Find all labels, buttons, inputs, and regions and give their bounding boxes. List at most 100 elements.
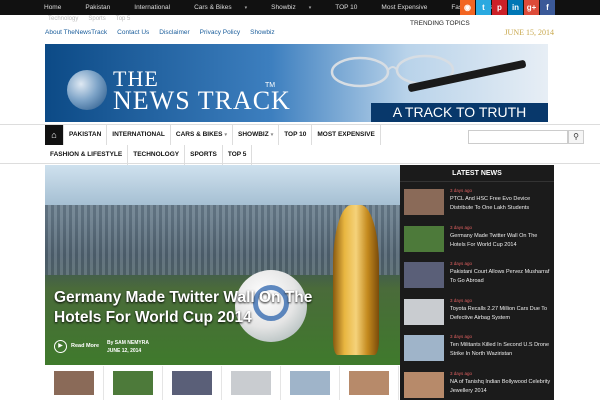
search-input[interactable] xyxy=(468,130,568,144)
news-item[interactable]: 3 days ago Pakistani Court Allows Pervez … xyxy=(404,257,554,293)
news-thumbnail[interactable] xyxy=(404,298,444,325)
news-title[interactable]: PTCL And HSC Free Evo Device Distribute … xyxy=(450,195,552,213)
news-item[interactable]: 3 days ago NA of Tanishq Indian Bollywood… xyxy=(404,367,554,400)
top-nav-overflow: Technology Sports Top 5 xyxy=(48,16,140,22)
news-title[interactable]: Germany Made Twitter Wall On The Hotels … xyxy=(450,232,552,250)
nav-item-label: TOP 10 xyxy=(284,131,307,138)
googleplus-icon[interactable]: g+ xyxy=(524,0,539,15)
top-nav-item[interactable]: Showbiz ▾ xyxy=(271,0,323,15)
news-time: 3 days ago xyxy=(450,188,473,193)
nav-item[interactable]: TECHNOLOGY xyxy=(128,145,186,165)
header-link[interactable]: Disclaimer xyxy=(159,29,189,36)
strip-item[interactable] xyxy=(104,366,163,400)
search-icon[interactable]: ⚲ xyxy=(568,130,584,144)
top-nav-item[interactable]: Pakistan xyxy=(85,0,122,15)
strip-thumbnail[interactable] xyxy=(231,371,271,395)
news-thumbnail[interactable] xyxy=(404,335,444,361)
news-time: 3 days ago xyxy=(450,261,473,266)
twitter-icon[interactable]: t xyxy=(476,0,491,15)
current-date: JUNE 15, 2014 xyxy=(504,28,554,37)
chevron-down-icon: ▾ xyxy=(270,132,274,138)
hero-author[interactable]: SAM NEMYRA xyxy=(115,340,149,346)
top-nav-item[interactable]: Cars & Bikes ▾ xyxy=(194,0,259,15)
news-title[interactable]: Pakistani Court Allows Pervez Musharraf … xyxy=(450,268,552,286)
latest-news-panel: LATEST NEWS 3 days ago PTCL And HSC Free … xyxy=(400,165,554,400)
nav-item-label: FASHION & LIFESTYLE xyxy=(50,151,123,158)
top-nav-overflow-item[interactable]: Sports xyxy=(88,16,105,22)
top-nav-label: Showbiz xyxy=(271,4,296,11)
trophy-image xyxy=(333,205,379,355)
news-item[interactable]: 3 days ago Toyota Recalls 2.27 Million Ca… xyxy=(404,294,554,330)
social-icons: ◉ t p in g+ f xyxy=(459,0,555,15)
site-banner[interactable]: THE NEWS TRACK TM A TRACK TO TRUTH xyxy=(45,44,548,122)
top-nav-label: International xyxy=(134,4,171,11)
header-link[interactable]: Privacy Policy xyxy=(200,29,240,36)
nav-item-label: TOP 5 xyxy=(227,151,247,158)
hero-slide[interactable]: Germany Made Twitter Wall On The Hotels … xyxy=(45,165,400,365)
news-thumbnail[interactable] xyxy=(404,262,444,288)
strip-thumbnail[interactable] xyxy=(172,371,212,395)
nav-item[interactable]: INTERNATIONAL xyxy=(107,125,171,145)
thumbnail-strip xyxy=(45,366,400,400)
news-thumbnail[interactable] xyxy=(404,189,444,215)
news-item[interactable]: 3 days ago Ten Militants Killed In Second… xyxy=(404,330,554,366)
linkedin-icon[interactable]: in xyxy=(508,0,523,15)
read-more-icon[interactable]: ▶ xyxy=(54,340,67,353)
top-nav-item[interactable]: International xyxy=(134,0,182,15)
top-nav-label: Home xyxy=(44,4,62,11)
nav-item[interactable]: SHOWBIZ ▾ xyxy=(233,125,280,145)
top-nav-item[interactable]: Home xyxy=(44,0,73,15)
news-item[interactable]: 3 days ago PTCL And HSC Free Evo Device D… xyxy=(404,184,554,220)
top-nav-overflow-item[interactable]: Technology xyxy=(48,16,78,22)
main-nav: ⌂ PAKISTAN INTERNATIONAL CARS & BIKES ▾ SHOW… xyxy=(0,124,600,165)
top-nav-label: TOP 10 xyxy=(335,4,358,11)
strip-item[interactable] xyxy=(45,366,104,400)
strip-item[interactable] xyxy=(281,366,340,400)
home-icon[interactable]: ⌂ xyxy=(45,125,64,145)
hero-date: JUNE 12, 2014 xyxy=(107,348,142,354)
nav-item-label: MOST EXPENSIVE xyxy=(317,131,375,138)
strip-item[interactable] xyxy=(340,366,399,400)
nav-item[interactable]: SPORTS xyxy=(185,145,223,165)
header-link[interactable]: About TheNewsTrack xyxy=(45,29,107,36)
strip-item[interactable] xyxy=(222,366,281,400)
nav-item[interactable]: FASHION & LIFESTYLE xyxy=(45,145,129,165)
news-title[interactable]: Toyota Recalls 2.27 Million Cars Due To … xyxy=(450,305,552,323)
latest-news-heading: LATEST NEWS xyxy=(400,165,554,182)
trending-topics-label[interactable]: TRENDING TOPICS xyxy=(410,20,470,27)
news-time: 3 days ago xyxy=(450,334,473,339)
header-links: About TheNewsTrack Contact Us Disclaimer Pr… xyxy=(45,29,285,36)
nav-item[interactable]: TOP 5 xyxy=(223,145,253,165)
facebook-icon[interactable]: f xyxy=(540,0,555,15)
news-item[interactable]: 3 days ago Germany Made Twitter Wall On T… xyxy=(404,221,554,257)
header-link[interactable]: Showbiz xyxy=(250,29,275,36)
strip-thumbnail[interactable] xyxy=(113,371,153,395)
header-link[interactable]: Contact Us xyxy=(117,29,149,36)
top-nav-label: Cars & Bikes xyxy=(194,4,232,11)
pinterest-icon[interactable]: p xyxy=(492,0,507,15)
nav-item[interactable]: PAKISTAN xyxy=(64,125,108,145)
strip-thumbnail[interactable] xyxy=(54,371,94,395)
news-thumbnail[interactable] xyxy=(404,225,444,252)
nav-item-label: PAKISTAN xyxy=(69,131,102,138)
top-nav-item[interactable]: TOP 10 xyxy=(335,0,369,15)
top-nav-label: Pakistan xyxy=(85,4,111,11)
news-title[interactable]: Ten Militants Killed In Second U.S Drone… xyxy=(450,341,552,359)
strip-item[interactable] xyxy=(163,366,222,400)
main-nav-row-2: FASHION & LIFESTYLE TECHNOLOGY SPORTS TOP 5 xyxy=(45,145,253,165)
nav-item-label: SPORTS xyxy=(190,151,217,158)
banner-slogan: A TRACK TO TRUTH xyxy=(371,103,548,122)
nav-item[interactable]: MOST EXPENSIVE xyxy=(312,125,381,145)
rss-icon[interactable]: ◉ xyxy=(460,0,475,15)
strip-thumbnail[interactable] xyxy=(349,371,389,395)
strip-thumbnail[interactable] xyxy=(290,371,330,395)
top-nav-item[interactable]: Most Expensive xyxy=(381,0,439,15)
read-more-link[interactable]: Read More xyxy=(71,343,99,349)
news-time: 3 days ago xyxy=(450,224,473,230)
nav-item[interactable]: TOP 10 xyxy=(279,125,313,145)
top-nav-overflow-item[interactable]: Top 5 xyxy=(116,16,131,22)
news-thumbnail[interactable] xyxy=(404,371,444,398)
hero-title[interactable]: Germany Made Twitter Wall On The Hotels … xyxy=(54,288,364,328)
nav-item[interactable]: CARS & BIKES ▾ xyxy=(171,125,233,145)
news-title[interactable]: NA of Tanishq Indian Bollywood Celebrity… xyxy=(450,378,552,396)
